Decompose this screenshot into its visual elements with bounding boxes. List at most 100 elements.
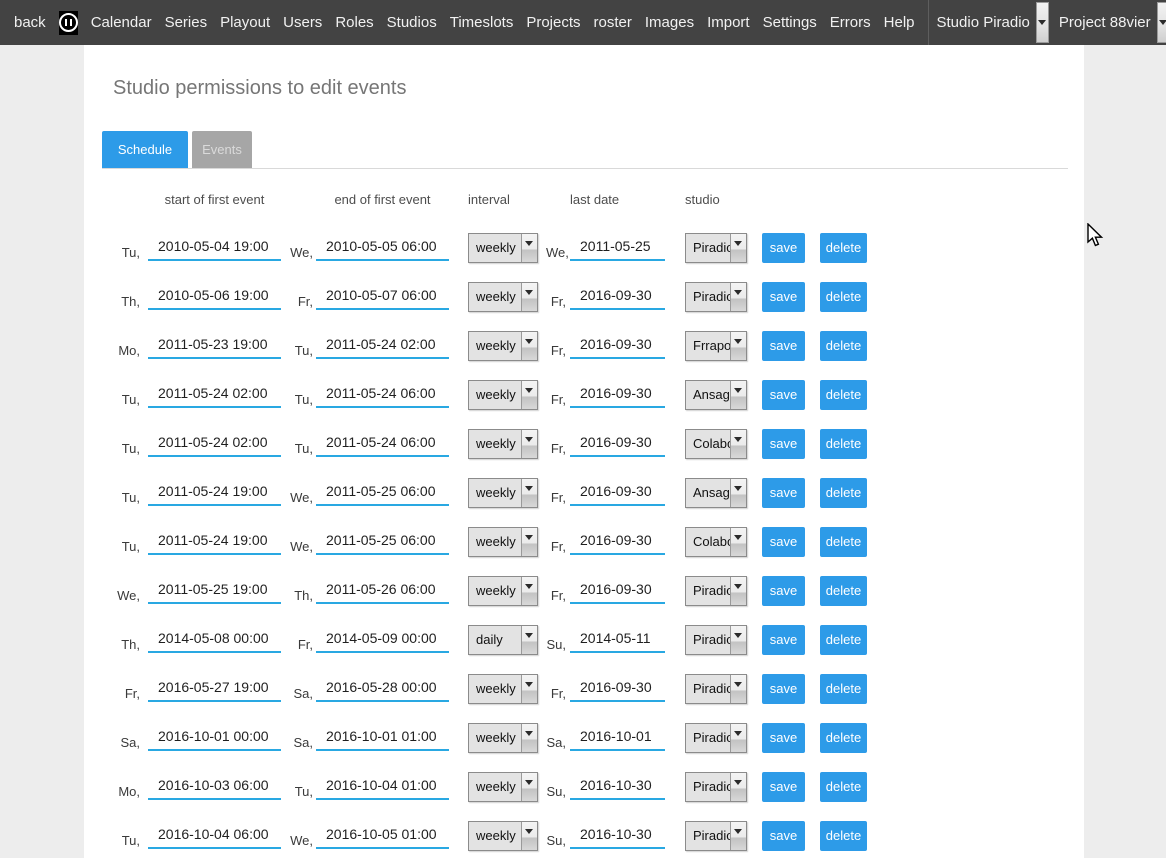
- start-input[interactable]: [148, 774, 281, 800]
- delete-button[interactable]: delete: [820, 331, 867, 361]
- nav-item-series[interactable]: Series: [165, 14, 208, 31]
- interval-select[interactable]: daily: [468, 625, 538, 655]
- end-input[interactable]: [316, 578, 449, 604]
- end-input[interactable]: [316, 235, 449, 261]
- delete-button[interactable]: delete: [820, 576, 867, 606]
- last-date-input[interactable]: [570, 774, 665, 800]
- last-date-input[interactable]: [570, 676, 665, 702]
- delete-button[interactable]: delete: [820, 723, 867, 753]
- nav-item-projects[interactable]: Projects: [526, 14, 580, 31]
- studio-select[interactable]: Piradio: [685, 576, 747, 606]
- save-button[interactable]: save: [762, 331, 805, 361]
- delete-button[interactable]: delete: [820, 772, 867, 802]
- dropdown-arrow-icon[interactable]: [521, 724, 537, 752]
- dropdown-arrow-icon[interactable]: [521, 626, 537, 654]
- dropdown-arrow-icon[interactable]: [730, 528, 746, 556]
- nav-item-roles[interactable]: Roles: [335, 14, 373, 31]
- end-input[interactable]: [316, 382, 449, 408]
- last-date-input[interactable]: [570, 284, 665, 310]
- nav-item-roster[interactable]: roster: [594, 14, 632, 31]
- start-input[interactable]: [148, 431, 281, 457]
- dropdown-arrow-icon[interactable]: [521, 430, 537, 458]
- save-button[interactable]: save: [762, 233, 805, 263]
- end-input[interactable]: [316, 823, 449, 849]
- last-date-input[interactable]: [570, 627, 665, 653]
- nav-item-playout[interactable]: Playout: [220, 14, 270, 31]
- nav-item-users[interactable]: Users: [283, 14, 322, 31]
- end-input[interactable]: [316, 676, 449, 702]
- dropdown-arrow-icon[interactable]: [730, 381, 746, 409]
- last-date-input[interactable]: [570, 382, 665, 408]
- studio-select[interactable]: Piradio: [685, 625, 747, 655]
- interval-select[interactable]: weekly: [468, 478, 538, 508]
- dropdown-arrow-icon[interactable]: [521, 332, 537, 360]
- dropdown-arrow-icon[interactable]: [521, 822, 537, 850]
- dropdown-arrow-icon[interactable]: [730, 773, 746, 801]
- save-button[interactable]: save: [762, 576, 805, 606]
- interval-select[interactable]: weekly: [468, 772, 538, 802]
- studio-select[interactable]: Piradio: [685, 723, 747, 753]
- last-date-input[interactable]: [570, 235, 665, 261]
- delete-button[interactable]: delete: [820, 429, 867, 459]
- interval-select[interactable]: weekly: [468, 527, 538, 557]
- dropdown-arrow-icon[interactable]: [730, 822, 746, 850]
- last-date-input[interactable]: [570, 823, 665, 849]
- studio-select[interactable]: Ansage: [685, 478, 747, 508]
- interval-select[interactable]: weekly: [468, 821, 538, 851]
- nav-item-studios[interactable]: Studios: [387, 14, 437, 31]
- interval-select[interactable]: weekly: [468, 429, 538, 459]
- dropdown-arrow-icon[interactable]: [521, 675, 537, 703]
- end-input[interactable]: [316, 725, 449, 751]
- interval-select[interactable]: weekly: [468, 380, 538, 410]
- delete-button[interactable]: delete: [820, 625, 867, 655]
- start-input[interactable]: [148, 676, 281, 702]
- interval-select[interactable]: weekly: [468, 674, 538, 704]
- start-input[interactable]: [148, 284, 281, 310]
- delete-button[interactable]: delete: [820, 233, 867, 263]
- save-button[interactable]: save: [762, 674, 805, 704]
- nav-item-import[interactable]: Import: [707, 14, 750, 31]
- delete-button[interactable]: delete: [820, 821, 867, 851]
- tab-events[interactable]: Events: [192, 131, 252, 168]
- studio-select[interactable]: Piradio: [685, 772, 747, 802]
- delete-button[interactable]: delete: [820, 380, 867, 410]
- save-button[interactable]: save: [762, 821, 805, 851]
- dropdown-arrow-icon[interactable]: [730, 283, 746, 311]
- last-date-input[interactable]: [570, 431, 665, 457]
- last-date-input[interactable]: [570, 725, 665, 751]
- last-date-input[interactable]: [570, 333, 665, 359]
- last-date-input[interactable]: [570, 578, 665, 604]
- end-input[interactable]: [316, 480, 449, 506]
- end-input[interactable]: [316, 333, 449, 359]
- dropdown-arrow-icon[interactable]: [730, 234, 746, 262]
- interval-select[interactable]: weekly: [468, 331, 538, 361]
- save-button[interactable]: save: [762, 380, 805, 410]
- app-logo-icon[interactable]: [59, 11, 78, 35]
- studio-select[interactable]: Piradio: [685, 674, 747, 704]
- dropdown-arrow-icon[interactable]: [730, 479, 746, 507]
- studio-select[interactable]: Piradio: [685, 233, 747, 263]
- start-input[interactable]: [148, 725, 281, 751]
- project-select[interactable]: Project 88vier: [1057, 0, 1166, 45]
- dropdown-arrow-icon[interactable]: [521, 528, 537, 556]
- end-input[interactable]: [316, 284, 449, 310]
- start-input[interactable]: [148, 382, 281, 408]
- delete-button[interactable]: delete: [820, 478, 867, 508]
- start-input[interactable]: [148, 529, 281, 555]
- studio-select[interactable]: Ansage: [685, 380, 747, 410]
- studio-select[interactable]: Frrapo: [685, 331, 747, 361]
- dropdown-arrow-icon[interactable]: [521, 283, 537, 311]
- last-date-input[interactable]: [570, 529, 665, 555]
- dropdown-arrow-icon[interactable]: [1157, 2, 1166, 43]
- nav-item-help[interactable]: Help: [884, 14, 915, 31]
- interval-select[interactable]: weekly: [468, 576, 538, 606]
- end-input[interactable]: [316, 431, 449, 457]
- dropdown-arrow-icon[interactable]: [730, 332, 746, 360]
- interval-select[interactable]: weekly: [468, 282, 538, 312]
- studio-select[interactable]: Piradio: [685, 282, 747, 312]
- delete-button[interactable]: delete: [820, 527, 867, 557]
- tab-schedule[interactable]: Schedule: [102, 131, 188, 168]
- start-input[interactable]: [148, 823, 281, 849]
- end-input[interactable]: [316, 774, 449, 800]
- nav-item-images[interactable]: Images: [645, 14, 694, 31]
